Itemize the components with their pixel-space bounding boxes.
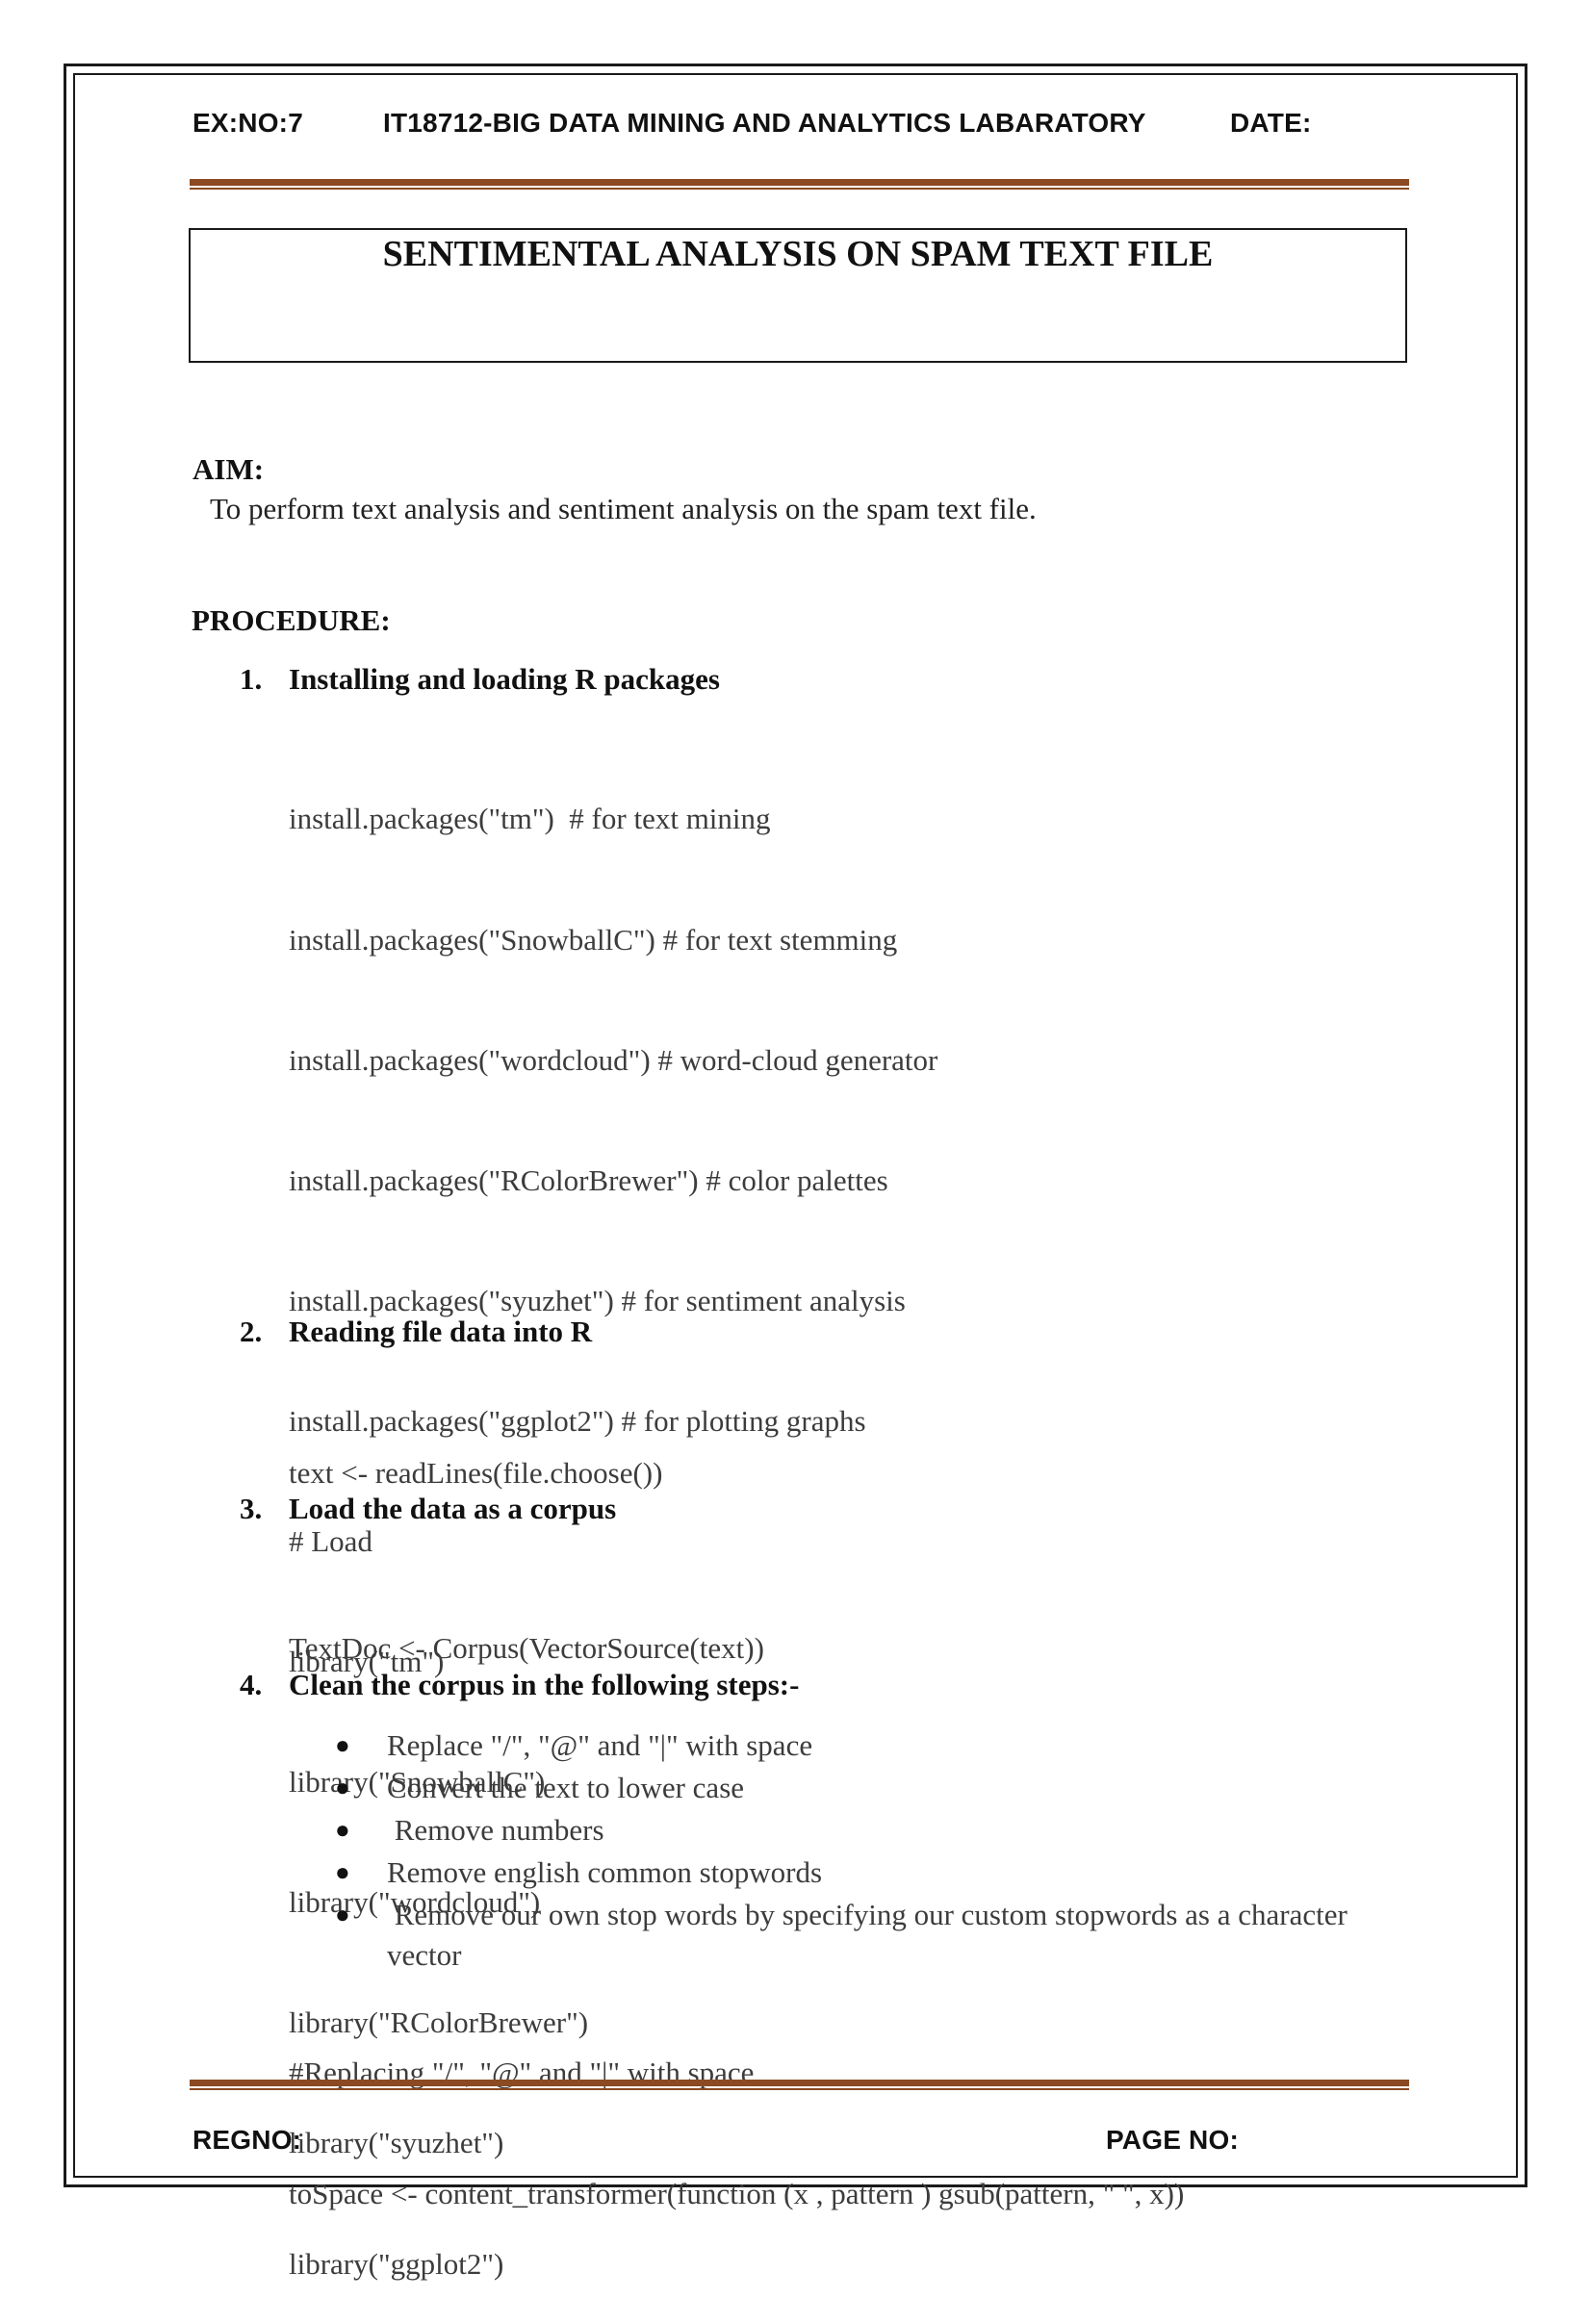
footer-rule bbox=[190, 2080, 1409, 2090]
code-line: TextDoc <- Corpus(VectorSource(text)) bbox=[289, 1631, 764, 1666]
list-item-text: Remove numbers bbox=[387, 1813, 604, 1847]
list-item-text: Convert the text to lower case bbox=[387, 1771, 745, 1804]
code-line: toSpace <- content_transformer(function … bbox=[289, 2176, 1185, 2210]
aim-text: To perform text analysis and sentiment a… bbox=[210, 492, 1037, 525]
course-title: IT18712-BIG DATA MINING AND ANALYTICS LA… bbox=[383, 108, 1146, 138]
step-title: Load the data as a corpus bbox=[289, 1492, 617, 1525]
step-title: Clean the corpus in the following steps:… bbox=[289, 1668, 800, 1701]
date-label: DATE: bbox=[1230, 108, 1312, 138]
list-item-text: Remove english common stopwords bbox=[387, 1855, 823, 1889]
bullet-icon: ● bbox=[335, 1858, 350, 1886]
step-number: 4. bbox=[240, 1668, 263, 1701]
list-item: ● Remove our own stop words by specifyin… bbox=[335, 1894, 1347, 1936]
code-line: install.packages("tm") # for text mining bbox=[289, 802, 771, 836]
step-1-heading: 1. Installing and loading R packages bbox=[240, 662, 720, 697]
bullet-icon: ● bbox=[335, 1816, 350, 1844]
bullet-icon: ● bbox=[335, 1731, 350, 1759]
bullet-icon: ● bbox=[335, 1901, 350, 1928]
step-title: Reading file data into R bbox=[289, 1315, 593, 1348]
code-line: install.packages("SnowballC") # for text… bbox=[289, 922, 898, 957]
step-2-heading: 2. Reading file data into R bbox=[240, 1315, 592, 1349]
code-line: text <- readLines(file.choose()) bbox=[289, 1456, 663, 1491]
procedure-heading: PROCEDURE: bbox=[192, 603, 391, 637]
page-number-label: PAGE NO: bbox=[1106, 2125, 1239, 2155]
code-line: install.packages("RColorBrewer") # color… bbox=[289, 1162, 888, 1197]
page-title: SENTIMENTAL ANALYSIS ON SPAM TEXT FILE bbox=[382, 234, 1214, 274]
step-3-heading: 3. Load the data as a corpus bbox=[240, 1492, 616, 1526]
list-item-text: Remove our own stop words by specifying … bbox=[387, 1898, 1347, 1931]
list-item-continuation: vector bbox=[387, 1938, 462, 1972]
list-item: ● Convert the text to lower case bbox=[335, 1767, 1347, 1809]
step-title: Installing and loading R packages bbox=[289, 662, 720, 696]
list-item: ● Remove numbers bbox=[335, 1809, 1347, 1852]
aim-heading: AIM: bbox=[192, 452, 265, 486]
exercise-number: EX:NO:7 bbox=[192, 108, 303, 138]
list-item-text: Replace "/", "@" and "|" with space bbox=[387, 1728, 813, 1762]
step-number: 2. bbox=[240, 1315, 263, 1348]
header-rule bbox=[190, 179, 1409, 190]
code-line: install.packages("wordcloud") # word-clo… bbox=[289, 1042, 938, 1077]
step-number: 1. bbox=[240, 662, 263, 696]
list-item: ● Remove english common stopwords bbox=[335, 1852, 1347, 1894]
list-item: ● Replace "/", "@" and "|" with space bbox=[335, 1724, 1347, 1767]
bullet-icon: ● bbox=[335, 1774, 350, 1801]
regno-label: REGNO: bbox=[192, 2125, 302, 2155]
step-number: 3. bbox=[240, 1492, 263, 1525]
step-4-code: #Replacing "/", "@" and "|" with space t… bbox=[289, 1973, 1184, 2254]
step-4-heading: 4. Clean the corpus in the following step… bbox=[240, 1668, 799, 1702]
title-box: SENTIMENTAL ANALYSIS ON SPAM TEXT FILE bbox=[189, 228, 1407, 363]
step-4-bullets: ● Replace "/", "@" and "|" with space ● Co… bbox=[335, 1724, 1347, 1975]
